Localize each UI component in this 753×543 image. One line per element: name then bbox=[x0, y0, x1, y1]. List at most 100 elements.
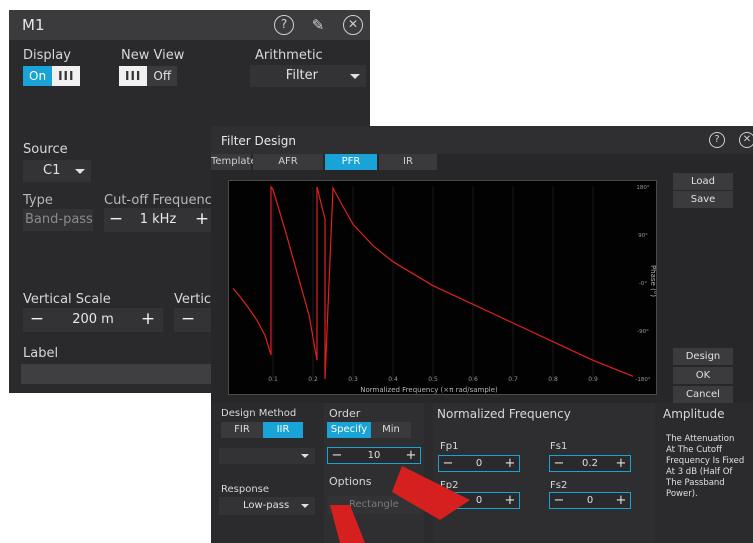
m1-title: M1 bbox=[22, 16, 45, 34]
help-icon[interactable]: ? bbox=[709, 132, 725, 148]
response-dropdown[interactable]: Low-pass bbox=[219, 497, 315, 515]
vertical-scale-stepper[interactable]: − 200 m + bbox=[23, 308, 163, 332]
fs2-plus-button[interactable]: + bbox=[614, 493, 628, 508]
x-tick-label: 0.5 bbox=[428, 376, 438, 383]
load-button[interactable]: Load bbox=[673, 173, 733, 190]
fp1-stepper[interactable]: − 0 + bbox=[438, 455, 520, 472]
phase-plot: 0.1 0.2 0.3 0.4 0.5 0.6 0.7 0.8 0.9 180° 90° -0° -90… bbox=[228, 180, 657, 395]
fd-tabs: Template AFR PFR IR bbox=[211, 154, 439, 170]
type-dropdown[interactable]: Band-pass bbox=[23, 209, 93, 231]
cutoff-stepper[interactable]: − 1 kHz + bbox=[104, 208, 214, 232]
fs1-label: Fs1 bbox=[550, 441, 568, 452]
amplitude-label: Amplitude bbox=[663, 407, 725, 421]
newview-off-option[interactable]: Off bbox=[147, 66, 178, 86]
fs2-minus-button[interactable]: − bbox=[552, 493, 566, 508]
newview-bars-option[interactable]: III bbox=[119, 66, 148, 86]
x-tick-label: 0.9 bbox=[588, 376, 598, 383]
x-tick-label: 0.8 bbox=[548, 376, 558, 383]
filter-type-dropdown[interactable] bbox=[219, 448, 315, 464]
display-label: Display bbox=[23, 48, 71, 63]
display-toggle[interactable]: On III bbox=[23, 66, 81, 86]
min-option[interactable]: Min bbox=[371, 422, 411, 438]
x-tick-label: 0.2 bbox=[308, 376, 318, 383]
design-button[interactable]: Design bbox=[673, 348, 733, 365]
tab-template[interactable]: Template bbox=[211, 154, 257, 170]
fp2-minus-button[interactable]: − bbox=[441, 493, 455, 508]
norm-freq-label: Normalized Frequency bbox=[437, 407, 571, 421]
arithmetic-dropdown[interactable]: Filter bbox=[250, 65, 366, 87]
y-tick-label: 180° bbox=[636, 185, 649, 191]
vertical-stepper-2[interactable]: − bbox=[174, 308, 214, 332]
order-label: Order bbox=[329, 407, 361, 420]
display-on-option[interactable]: On bbox=[23, 66, 53, 86]
phase-chart: 0.1 0.2 0.3 0.4 0.5 0.6 0.7 0.8 0.9 180° 90° -0° -90… bbox=[232, 185, 657, 394]
fp1-minus-button[interactable]: − bbox=[441, 456, 455, 471]
tab-afr[interactable]: AFR bbox=[253, 154, 323, 170]
options-label: Options bbox=[329, 475, 372, 488]
cutoff-minus-button[interactable]: − bbox=[104, 208, 128, 232]
help-icon[interactable]: ? bbox=[274, 15, 294, 35]
x-tick-label: 0.4 bbox=[388, 376, 398, 383]
options-value: Rectangle bbox=[349, 499, 399, 510]
order-mode-toggle[interactable]: Specify Min bbox=[327, 422, 411, 438]
type-value: Band-pass bbox=[25, 212, 93, 227]
newview-toggle[interactable]: III Off bbox=[119, 66, 178, 86]
vscale-value[interactable]: 200 m bbox=[53, 308, 133, 332]
label-input[interactable] bbox=[21, 364, 214, 384]
order-minus-button[interactable]: − bbox=[330, 448, 344, 463]
source-value: C1 bbox=[43, 163, 61, 178]
arithmetic-label: Arithmetic bbox=[255, 48, 323, 63]
fs1-stepper[interactable]: − 0.2 + bbox=[549, 455, 631, 472]
fs1-value[interactable]: 0.2 bbox=[568, 456, 612, 471]
fs1-plus-button[interactable]: + bbox=[614, 456, 628, 471]
ok-button[interactable]: OK bbox=[673, 367, 733, 384]
order-stepper[interactable]: − 10 + bbox=[327, 447, 421, 464]
chevron-down-icon bbox=[301, 454, 309, 458]
arithmetic-value: Filter bbox=[285, 68, 318, 83]
x-tick-label: 0.1 bbox=[268, 376, 278, 383]
tab-pfr[interactable]: PFR bbox=[325, 154, 377, 170]
chevron-down-icon bbox=[301, 504, 309, 508]
y-axis-label: Phase (°) bbox=[649, 265, 656, 297]
fp1-label: Fp1 bbox=[440, 441, 459, 452]
fs2-label: Fs2 bbox=[550, 480, 568, 491]
fs1-minus-button[interactable]: − bbox=[552, 456, 566, 471]
x-tick-label: 0.7 bbox=[508, 376, 518, 383]
vertical-scale-label: Vertical Scale bbox=[23, 292, 111, 307]
cancel-button[interactable]: Cancel bbox=[673, 386, 733, 403]
close-icon[interactable]: ✕ bbox=[739, 132, 753, 148]
order-value[interactable]: 10 bbox=[346, 448, 402, 463]
fd-title: Filter Design bbox=[221, 134, 296, 148]
fir-option[interactable]: FIR bbox=[221, 422, 263, 438]
x-tick-label: 0.6 bbox=[468, 376, 478, 383]
fs2-stepper[interactable]: − 0 + bbox=[549, 492, 631, 509]
specify-option[interactable]: Specify bbox=[327, 422, 371, 438]
display-bars-option[interactable]: III bbox=[52, 66, 81, 86]
filter-design-window: Filter Design ? ✕ Template AFR PFR IR 0.… bbox=[211, 126, 753, 543]
fs2-value[interactable]: 0 bbox=[568, 493, 612, 508]
save-button[interactable]: Save bbox=[673, 191, 733, 208]
newview-label: New View bbox=[121, 48, 185, 63]
vscale-minus-button[interactable]: − bbox=[25, 308, 49, 332]
source-dropdown[interactable]: C1 bbox=[23, 160, 91, 182]
iir-option[interactable]: IIR bbox=[263, 422, 303, 438]
fp2-value[interactable]: 0 bbox=[457, 493, 501, 508]
design-method-label: Design Method bbox=[221, 408, 297, 419]
options-dropdown[interactable]: Rectangle bbox=[327, 496, 421, 514]
fp1-value[interactable]: 0 bbox=[457, 456, 501, 471]
pin-icon[interactable]: ✎ bbox=[309, 15, 327, 35]
response-value: Low-pass bbox=[243, 500, 290, 511]
tab-ir[interactable]: IR bbox=[379, 154, 437, 170]
cutoff-value[interactable]: 1 kHz bbox=[128, 208, 188, 232]
close-icon[interactable]: ✕ bbox=[343, 15, 363, 35]
y-tick-label: -0° bbox=[639, 281, 647, 287]
vertical2-minus-button[interactable]: − bbox=[176, 308, 200, 332]
x-tick-label: 0.3 bbox=[348, 376, 358, 383]
fp2-plus-button[interactable]: + bbox=[503, 493, 517, 508]
fp2-label: Fp2 bbox=[440, 480, 459, 491]
design-method-toggle[interactable]: FIR IIR bbox=[221, 422, 303, 438]
fp2-stepper[interactable]: − 0 + bbox=[438, 492, 520, 509]
vscale-plus-button[interactable]: + bbox=[136, 308, 160, 332]
order-plus-button[interactable]: + bbox=[404, 448, 418, 463]
fp1-plus-button[interactable]: + bbox=[503, 456, 517, 471]
